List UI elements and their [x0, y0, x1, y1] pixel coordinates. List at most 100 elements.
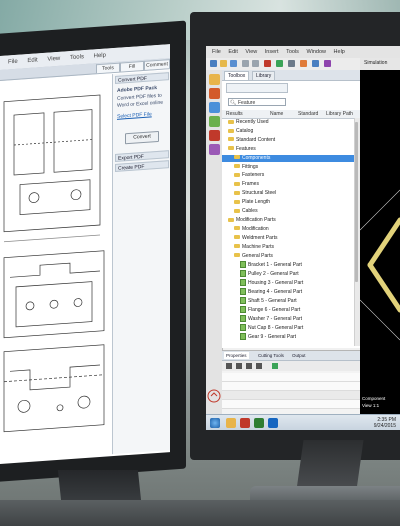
- tree-item[interactable]: Washer 7 - General Part: [222, 314, 354, 323]
- tree-item[interactable]: Cables: [222, 208, 354, 216]
- menu-tools[interactable]: Tools: [286, 49, 299, 55]
- tree-item[interactable]: Catalog: [222, 128, 354, 136]
- tree-item[interactable]: Modification Parts: [222, 217, 354, 225]
- tree-item[interactable]: Components: [222, 154, 354, 163]
- pause-icon[interactable]: [236, 363, 242, 369]
- tree-item-label: Plate Length: [242, 199, 271, 206]
- tree-item[interactable]: Bracket 1 - General Part: [222, 261, 354, 269]
- menu-help[interactable]: Help: [94, 53, 106, 60]
- menu-edit[interactable]: Edit: [228, 49, 237, 55]
- render-icon[interactable]: [324, 60, 331, 67]
- measure-icon[interactable]: [300, 60, 307, 67]
- tree-item-label: Frames: [242, 181, 259, 188]
- tool-icon[interactable]: [209, 144, 220, 155]
- tab-toolbox[interactable]: Toolbox: [224, 71, 250, 80]
- 3d-viewport[interactable]: Component View 1:1: [359, 70, 400, 414]
- tab-cutting-tools[interactable]: Cutting Tools: [256, 352, 286, 359]
- delete-icon[interactable]: [264, 60, 271, 67]
- tab-comment[interactable]: Comment: [144, 59, 170, 70]
- app-icon[interactable]: [240, 418, 250, 428]
- tree-item[interactable]: Machine Parts: [222, 244, 354, 252]
- menu-edit[interactable]: Edit: [27, 57, 37, 64]
- menu-file[interactable]: File: [212, 49, 221, 55]
- explorer-icon[interactable]: [226, 418, 236, 428]
- menu-view[interactable]: View: [47, 56, 60, 63]
- menu-insert[interactable]: Insert: [265, 49, 279, 55]
- play-icon[interactable]: [226, 363, 232, 369]
- zoom-icon[interactable]: [312, 60, 319, 67]
- convert-button[interactable]: Convert: [125, 130, 159, 145]
- tree-item[interactable]: Fasteners: [222, 172, 354, 180]
- property-row[interactable]: [222, 373, 360, 382]
- menu-view[interactable]: View: [245, 49, 257, 55]
- tree-item[interactable]: Recently Used: [222, 119, 354, 127]
- tree-item-label: Flange 6 - General Part: [248, 306, 301, 313]
- folder-icon[interactable]: [209, 74, 220, 85]
- tree-item[interactable]: Pulley 2 - General Part: [222, 270, 354, 278]
- tree-item[interactable]: Flange 6 - General Part: [222, 305, 354, 314]
- tree-item[interactable]: Shaft 5 - General Part: [222, 297, 354, 305]
- tree-scroll-thumb[interactable]: [355, 122, 358, 282]
- tree-item[interactable]: Features: [222, 146, 354, 154]
- tab-tools[interactable]: Tools: [96, 62, 120, 74]
- part-icon[interactable]: [209, 102, 220, 113]
- menu-window[interactable]: Window: [306, 49, 326, 55]
- assembly-icon[interactable]: [209, 116, 220, 127]
- box-icon[interactable]: [209, 88, 220, 99]
- properties-toolbar: [222, 361, 360, 371]
- col-results[interactable]: Results: [226, 110, 243, 118]
- tree-item[interactable]: Gear 9 - General Part: [222, 332, 354, 341]
- col-library-path[interactable]: Library Path: [326, 110, 353, 118]
- tab-properties[interactable]: Properties: [224, 352, 249, 359]
- tab-fill[interactable]: Fill: [120, 60, 144, 72]
- tree-item[interactable]: Fittings: [222, 164, 354, 172]
- tree-item[interactable]: Nut Cap 8 - General Part: [222, 323, 354, 332]
- system-clock[interactable]: 2:35 PM 9/24/2015: [374, 417, 396, 429]
- undo-icon[interactable]: [242, 60, 249, 67]
- col-standard[interactable]: Standard: [298, 110, 318, 118]
- check-icon[interactable]: [272, 363, 278, 369]
- alert-icon[interactable]: [209, 130, 220, 141]
- search-input[interactable]: Feature: [228, 98, 286, 106]
- stop-icon[interactable]: [246, 363, 252, 369]
- folder-icon: [228, 146, 234, 151]
- select-pdf-link[interactable]: Select PDF File: [117, 110, 167, 120]
- tree-item[interactable]: Structural Steel: [222, 190, 354, 198]
- property-row[interactable]: [222, 391, 360, 400]
- redo-icon[interactable]: [252, 60, 259, 67]
- search-icon[interactable]: 🔍︎: [230, 100, 236, 106]
- tree-item[interactable]: Weldment Parts: [222, 235, 354, 243]
- viewport-title[interactable]: Simulation: [364, 60, 387, 66]
- start-button[interactable]: [210, 418, 220, 428]
- app-icon[interactable]: [268, 418, 278, 428]
- run-icon[interactable]: [276, 60, 283, 67]
- menu-tools[interactable]: Tools: [70, 54, 84, 61]
- tree-item[interactable]: Modification: [222, 226, 354, 234]
- property-row[interactable]: [222, 382, 360, 391]
- tab-library[interactable]: Library: [252, 71, 276, 80]
- tree-item[interactable]: Standard Content: [222, 137, 354, 145]
- location-dropdown[interactable]: [226, 83, 288, 93]
- step-icon[interactable]: [256, 363, 262, 369]
- settings-icon[interactable]: [288, 60, 295, 67]
- tree-item-label: Nut Cap 8 - General Part: [248, 324, 304, 331]
- new-icon[interactable]: [210, 60, 217, 67]
- menu-help[interactable]: Help: [334, 49, 345, 55]
- app-icon[interactable]: [254, 418, 264, 428]
- tree-item[interactable]: General Parts: [222, 253, 354, 261]
- property-row[interactable]: [222, 400, 360, 409]
- tree-item[interactable]: Bearing 4 - General Part: [222, 288, 354, 296]
- tree-item-label: Modification: [242, 225, 269, 232]
- desk-surface: [0, 500, 400, 526]
- menu-file[interactable]: File: [8, 59, 18, 66]
- col-name[interactable]: Name: [270, 110, 283, 118]
- tab-output[interactable]: Output: [290, 352, 308, 359]
- tree-item[interactable]: Plate Length: [222, 199, 354, 207]
- panel-section-convert[interactable]: Convert PDF: [115, 72, 169, 84]
- tree-item-label: Fittings: [242, 163, 259, 170]
- part-file-icon: [240, 261, 246, 269]
- save-icon[interactable]: [230, 60, 237, 67]
- tree-item[interactable]: Frames: [222, 181, 354, 189]
- tree-item[interactable]: Housing 3 - General Part: [222, 279, 354, 287]
- open-icon[interactable]: [220, 60, 227, 67]
